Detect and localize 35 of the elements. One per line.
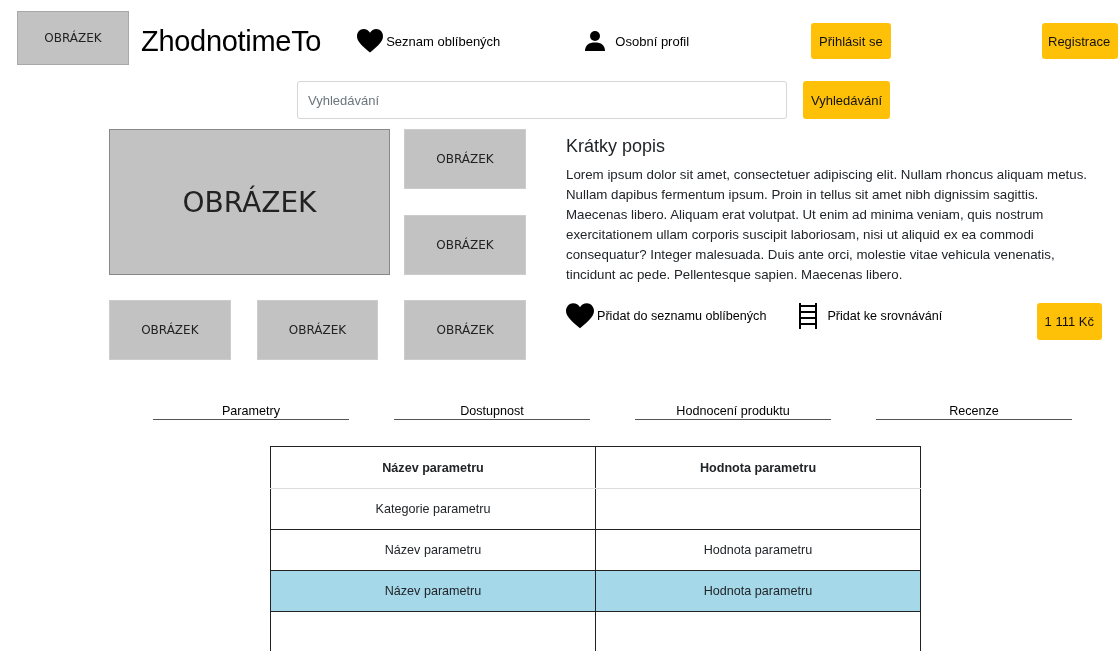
placeholder-label: OBRÁZEK [436, 323, 494, 337]
heart-icon [566, 302, 594, 329]
register-button[interactable]: Registrace [1042, 23, 1118, 59]
table-cell: Název parametru [384, 543, 482, 557]
description-text: Lorem ipsum dolor sit amet, consectetuer adipiscing elit. Nullam rhoncus aliquam metus. Nullam dapibus fermentum ipsum. Proin in tellus sit amet nibh dignissim sagittis. Maecenas libero. Aliquam erat volutpat. Ut enim ad minima veniam, quis nostrum exercitationem ullam corporis suscipit laboriosam, nisi ut aliquid ex ea commodi consequatur? Integer malesuada. Duis ante orci, molestie vitae vehicula venenatis, tincidunt ac pede. Pellentesque sapien. Maecenas libero. [566, 166, 1089, 284]
placeholder-label: OBRÁZEK [182, 185, 317, 219]
column-header: Název parametru [270, 446, 596, 489]
heart-icon [357, 29, 384, 53]
search-field[interactable]: Vyhledávání [297, 81, 787, 119]
tab[interactable]: Hodnocení produktu [635, 404, 831, 420]
table-cell: Název parametru [384, 584, 482, 598]
placeholder-label: OBRÁZEK [288, 323, 347, 337]
placeholder-label: OBRÁZEK [141, 323, 199, 337]
placeholder-label: OBRÁZEK [44, 31, 102, 45]
add-compare-link[interactable]: Přidat ke srovnávání [827, 308, 943, 323]
placeholder-label: OBRÁZEK [436, 238, 494, 252]
search-button[interactable]: Vyhledávání [803, 81, 891, 119]
table-row[interactable] [270, 611, 921, 651]
table-cell: Hodnota parametru [703, 543, 813, 557]
ladder-icon [798, 302, 819, 329]
profile-link[interactable]: Osobní profil [615, 33, 690, 49]
favorites-link[interactable]: Seznam oblíbených [386, 33, 501, 49]
user-icon [585, 31, 606, 51]
table-cell: Kategorie parametru [375, 502, 491, 516]
column-header: Hodnota parametru [595, 446, 921, 489]
tab[interactable]: Dostupnost [394, 404, 590, 420]
section-heading: Krátky popis [566, 136, 667, 157]
login-button[interactable]: Přihlásit se [811, 23, 891, 59]
tab[interactable]: Recenze [876, 404, 1072, 420]
price-button[interactable]: 1 111 Kč [1036, 303, 1102, 340]
tab[interactable]: Parametry [153, 404, 349, 420]
add-favorite-link[interactable]: Přidat do seznamu oblíbených [597, 308, 767, 323]
table-cell: Hodnota parametru [703, 584, 813, 598]
brand-name: ZhodnotimeTo [141, 24, 322, 58]
placeholder-label: OBRÁZEK [436, 152, 494, 166]
